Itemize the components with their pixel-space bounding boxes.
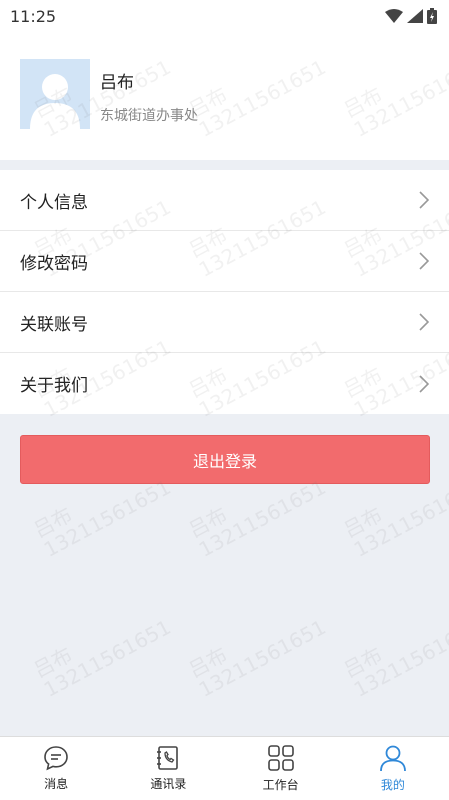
- status-time: 11:25: [10, 6, 57, 26]
- tab-messages[interactable]: 消息: [0, 737, 112, 800]
- watermark-text: 吕布13211561651: [184, 614, 330, 702]
- tab-contacts[interactable]: 通讯录: [112, 737, 224, 800]
- battery-icon: [427, 8, 437, 24]
- settings-menu: 个人信息 修改密码 关联账号 关于我们: [0, 170, 449, 414]
- wifi-icon: [385, 9, 403, 23]
- menu-item-change-password[interactable]: 修改密码: [0, 231, 449, 292]
- bottom-tab-bar: 消息 通讯录 工作台 我的: [0, 736, 449, 800]
- watermark-text: 吕布13211561651: [29, 614, 175, 702]
- cell-signal-icon: [407, 9, 423, 23]
- user-icon: [379, 745, 406, 772]
- menu-item-about-us[interactable]: 关于我们: [0, 353, 449, 414]
- menu-item-label: 关于我们: [20, 376, 88, 396]
- tab-label: 工作台: [262, 778, 299, 792]
- chat-bubble-icon: [44, 746, 68, 771]
- tab-label: 我的: [380, 778, 405, 792]
- status-icons: [385, 8, 437, 24]
- chevron-right-icon: [419, 191, 429, 209]
- tab-mine[interactable]: 我的: [337, 737, 449, 800]
- status-bar: 11:25: [0, 0, 449, 32]
- grid-icon: [267, 745, 294, 771]
- default-avatar-icon: [20, 59, 90, 129]
- tab-workbench[interactable]: 工作台: [225, 737, 337, 800]
- tab-label: 通讯录: [150, 777, 187, 791]
- chevron-right-icon: [419, 313, 429, 331]
- menu-item-label: 个人信息: [20, 192, 88, 213]
- tab-label: 消息: [44, 777, 69, 791]
- chevron-right-icon: [419, 252, 429, 270]
- user-department: 东城街道办事处: [100, 108, 198, 124]
- chevron-right-icon: [419, 374, 429, 393]
- contacts-book-icon: [157, 746, 179, 770]
- avatar[interactable]: [20, 59, 90, 129]
- menu-item-personal-info[interactable]: 个人信息: [0, 170, 449, 231]
- menu-item-linked-accounts[interactable]: 关联账号: [0, 292, 449, 353]
- profile-header[interactable]: 吕布 东城街道办事处: [0, 32, 449, 160]
- watermark-text: 吕布13211561651: [339, 614, 449, 702]
- logout-button[interactable]: 退出登录: [20, 435, 430, 484]
- user-name: 吕布: [100, 73, 134, 93]
- menu-item-label: 修改密码: [20, 253, 88, 274]
- menu-item-label: 关联账号: [20, 314, 88, 335]
